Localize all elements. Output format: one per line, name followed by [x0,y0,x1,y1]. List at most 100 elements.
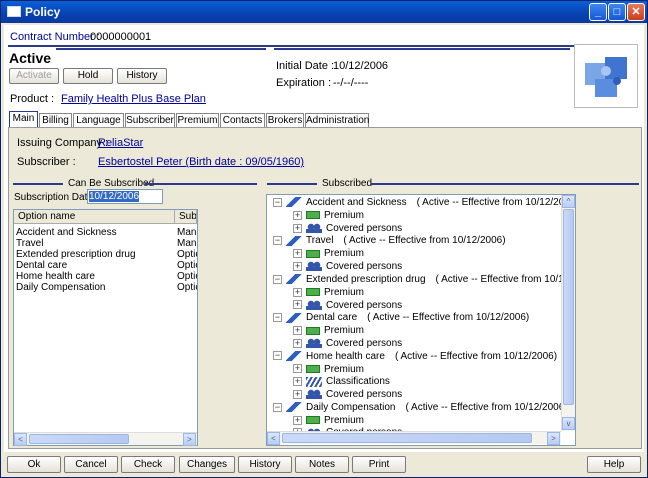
tree-product-name: Dental care [306,312,358,324]
minimize-button[interactable]: _ [589,3,607,21]
dates-divider [274,48,570,50]
option-row-subs[interactable]: Optic [177,260,197,271]
tab-billing[interactable]: Billing [39,113,72,128]
collapse-icon[interactable]: − [273,351,282,361]
subscriber-link[interactable]: Esbertostel Peter (Birth date : 09/05/19… [98,156,304,168]
tree-child-node[interactable]: + Premium [293,364,364,377]
scroll-left-arrow-icon[interactable]: < [14,433,27,446]
title-bar[interactable]: Policy _ □ ✕ [1,1,647,23]
column-header-option-name[interactable]: Option name [14,210,175,224]
options-scroll-thumb[interactable] [29,434,129,444]
option-row-name[interactable]: Daily Compensation [16,282,174,293]
puzzle-icon [585,57,627,97]
history-footer-button[interactable]: History [238,456,292,473]
scroll-down-arrow-icon[interactable]: v [562,417,575,430]
scroll-up-arrow-icon[interactable]: ^ [562,195,575,208]
tree-scroll-thumb[interactable] [563,209,574,405]
collapse-icon[interactable]: − [273,197,282,207]
option-row-subs[interactable]: Manc [177,227,197,238]
premium-icon [306,326,320,335]
tree-child-node[interactable]: + Covered persons [293,223,402,236]
expand-icon[interactable]: + [293,389,302,399]
tab-administration[interactable]: Administration [305,113,369,128]
tree-child-node[interactable]: + Covered persons [293,389,402,402]
expiration-value: --/--/---- [333,77,369,89]
notes-button[interactable]: Notes [295,456,349,473]
close-button[interactable]: ✕ [627,3,645,21]
expand-icon[interactable]: + [293,326,302,336]
tree-child-node[interactable]: + Covered persons [293,300,402,313]
options-list[interactable]: Option name Subs Accident and SicknessMa… [13,209,198,446]
expand-icon[interactable]: + [293,364,302,374]
tree-child-node[interactable]: + Classifications [293,376,390,389]
tree-child-node[interactable]: + Premium [293,415,364,428]
tree-scroll-left-arrow-icon[interactable]: < [267,432,280,445]
expand-icon[interactable]: + [293,377,302,387]
subscription-date-field[interactable]: 10/12/2006 [87,189,163,204]
option-row-name[interactable]: Home health care [16,271,174,282]
collapse-icon[interactable]: − [273,236,282,246]
maximize-button[interactable]: □ [608,3,626,21]
tree-child-node[interactable]: + Premium [293,325,364,338]
tree-product-node[interactable]: − Daily Compensation ( Active -- Effective… [273,402,561,415]
tree-product-node[interactable]: − Home health care ( Active -- Effective f… [273,351,557,364]
print-button[interactable]: Print [352,456,406,473]
expand-icon[interactable]: + [293,338,302,348]
premium-icon [306,249,320,258]
tree-child-node[interactable]: + Premium [293,210,364,223]
column-header-subs[interactable]: Subs [175,210,197,224]
cancel-button[interactable]: Cancel [64,456,118,473]
option-row-subs[interactable]: Optic [177,271,197,282]
option-row-name[interactable]: Extended prescription drug [16,249,174,260]
history-button[interactable]: History [117,68,167,84]
tree-product-node[interactable]: − Dental care ( Active -- Effective from 1… [273,312,529,325]
tree-product-status: ( Active -- Effective from 10/12/2006) [367,312,530,324]
subscription-date-label: Subscription Date : [14,192,99,203]
tree-scroll-right-arrow-icon[interactable]: > [547,432,560,445]
scroll-right-arrow-icon[interactable]: > [183,433,196,446]
tab-brokers[interactable]: Brokers [266,113,304,128]
activate-button[interactable]: Activate [9,68,59,84]
tree-h-scroll-thumb[interactable] [282,433,532,443]
tab-language[interactable]: Language [73,113,124,128]
tree-vertical-scrollbar[interactable]: ^ v [561,195,575,431]
tree-horizontal-scrollbar[interactable]: < > [267,431,561,445]
tree-product-node[interactable]: − Extended prescription drug ( Active -- E… [273,274,561,287]
ok-button[interactable]: Ok [7,456,61,473]
expand-icon[interactable]: + [293,300,302,310]
tree-child-node[interactable]: + Covered persons [293,261,402,274]
expand-icon[interactable]: + [293,261,302,271]
expand-icon[interactable]: + [293,210,302,220]
collapse-icon[interactable]: − [273,313,282,323]
option-row-name[interactable]: Accident and Sickness [16,227,174,238]
tree-product-node[interactable]: − Accident and Sickness ( Active -- Effect… [273,197,561,210]
collapse-icon[interactable]: − [273,274,282,284]
expand-icon[interactable]: + [293,249,302,259]
subscribed-tree[interactable]: − Accident and Sickness ( Active -- Effect… [266,194,576,446]
tree-child-node[interactable]: + Premium [293,248,364,261]
tab-contacts[interactable]: Contacts [220,113,265,128]
product-link[interactable]: Family Health Plus Base Plan [61,93,206,105]
tree-child-node[interactable]: + Covered persons [293,338,402,351]
expand-icon[interactable]: + [293,287,302,297]
check-button[interactable]: Check [121,456,175,473]
issuing-company-link[interactable]: ReliaStar [98,137,143,149]
product-icon [286,235,302,246]
collapse-icon[interactable]: − [273,402,282,412]
hold-button[interactable]: Hold [63,68,113,84]
tab-premium[interactable]: Premium [176,113,219,128]
option-row-subs[interactable]: Manc [177,238,197,249]
option-row-name[interactable]: Dental care [16,260,174,271]
tab-subscriber[interactable]: Subscriber [125,113,175,128]
option-row-name[interactable]: Travel [16,238,174,249]
option-row-subs[interactable]: Optic [177,282,197,293]
tree-product-node[interactable]: − Travel ( Active -- Effective from 10/12/… [273,235,506,248]
expand-icon[interactable]: + [293,223,302,233]
changes-button[interactable]: Changes [179,456,235,473]
expand-icon[interactable]: + [293,415,302,425]
option-row-subs[interactable]: Optic [177,249,197,260]
covered-persons-icon [306,223,322,234]
help-button[interactable]: Help [587,456,641,473]
tree-child-node[interactable]: + Premium [293,287,364,300]
options-horizontal-scrollbar[interactable]: < > [14,432,197,446]
